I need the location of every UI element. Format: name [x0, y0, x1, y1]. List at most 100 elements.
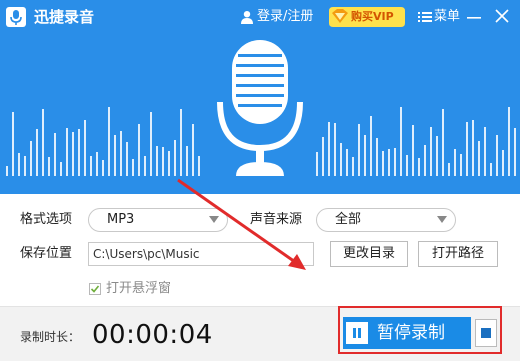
waveform-bar [66, 128, 68, 176]
waveform-bar [96, 152, 98, 176]
waveform-bar [84, 120, 86, 176]
waveform-bar [174, 140, 176, 176]
waveform-bar [48, 157, 50, 176]
waveform-bar [42, 109, 44, 176]
format-label: 格式选项 [20, 212, 73, 227]
waveform-bar [496, 135, 498, 176]
waveform-bar [412, 125, 414, 176]
waveform-bar [18, 153, 20, 176]
pause-icon [346, 322, 368, 344]
menu-label: 菜单 [434, 9, 461, 24]
waveform-bar [132, 159, 134, 176]
chevron-down-icon [437, 216, 447, 223]
waveform-bar [394, 148, 396, 176]
minimize-icon[interactable] [466, 9, 482, 25]
waveform-bar [114, 135, 116, 176]
waveform-bar [192, 124, 194, 176]
title-bar: 迅捷录音 登录/注册 购买VIP 菜单 [0, 0, 520, 34]
check-icon [90, 285, 100, 293]
source-select-value: 全部 [335, 212, 362, 227]
app-logo-icon [6, 7, 26, 27]
menu-icon [418, 12, 432, 22]
waveform-bar [400, 107, 402, 176]
source-select[interactable]: 全部 [316, 208, 456, 232]
user-icon [241, 11, 253, 24]
open-path-button[interactable]: 打开路径 [418, 241, 498, 267]
waveform-bar [198, 156, 200, 176]
waveform-bar [358, 124, 360, 176]
close-icon[interactable] [494, 8, 510, 24]
waveform-bar [370, 116, 372, 176]
waveform-bar [24, 156, 26, 176]
pause-recording-label: 暂停录制 [377, 323, 445, 343]
waveform-bar [442, 109, 444, 176]
login-register-label: 登录/注册 [257, 9, 314, 24]
waveform-bar [316, 152, 318, 176]
change-directory-button[interactable]: 更改目录 [330, 241, 408, 267]
waveform-bar [418, 158, 420, 176]
chevron-down-icon [209, 216, 219, 223]
login-register-link[interactable]: 登录/注册 [240, 8, 313, 26]
waveform-bar [36, 129, 38, 176]
app-title: 迅捷录音 [34, 8, 95, 26]
waveform-bar [478, 141, 480, 176]
waveform-bar [472, 120, 474, 176]
waveform-bar [78, 129, 80, 176]
header-banner: 迅捷录音 登录/注册 购买VIP 菜单 [0, 0, 520, 194]
waveform-bar [102, 160, 104, 176]
source-label: 声音来源 [250, 212, 303, 227]
duration-label: 录制时长： [20, 330, 81, 344]
waveform-bar [346, 149, 348, 176]
waveform-bar [186, 146, 188, 176]
waveform-bar [90, 156, 92, 176]
waveform-bar [328, 122, 330, 176]
waveform-bar [448, 163, 450, 176]
waveform-bar [460, 154, 462, 176]
waveform-bar [180, 109, 182, 176]
waveform-bar [376, 138, 378, 176]
waveform-bar [454, 149, 456, 176]
waveform-bar [150, 112, 152, 176]
waveform-bar [382, 151, 384, 176]
menu-button[interactable]: 菜单 [418, 8, 460, 26]
waveform-bar [30, 141, 32, 176]
waveform-bar [72, 132, 74, 176]
save-path-field[interactable] [88, 242, 314, 266]
waveform-bar [514, 128, 516, 176]
format-select[interactable]: MP3 [88, 208, 228, 232]
waveform-bar [352, 157, 354, 176]
waveform-bar [162, 147, 164, 176]
waveform-bar [484, 127, 486, 176]
waveform-bar [108, 107, 110, 176]
waveform-bar [60, 162, 62, 176]
waveform-bar [12, 112, 14, 176]
waveform-bar [156, 146, 158, 176]
stop-recording-button[interactable] [475, 319, 497, 347]
waveform-bar [508, 107, 510, 176]
buy-vip-label: 购买VIP [351, 10, 394, 23]
waveform-bar [502, 150, 504, 176]
waveform-bar [388, 149, 390, 176]
waveform-bar [406, 155, 408, 176]
waveform-bar [322, 137, 324, 176]
pause-recording-button[interactable]: 暂停录制 [343, 317, 471, 349]
float-window-label: 打开悬浮窗 [106, 281, 172, 296]
waveform-bar [424, 145, 426, 176]
buy-vip-button[interactable]: 购买VIP [329, 7, 405, 27]
waveform-bar [120, 131, 122, 176]
waveform-bar [54, 133, 56, 176]
waveform-bar [430, 127, 432, 176]
float-window-checkbox[interactable] [89, 283, 101, 295]
waveform-bar [466, 122, 468, 176]
waveform-bar [6, 166, 8, 176]
format-select-value: MP3 [107, 212, 135, 227]
waveform-bar [126, 142, 128, 176]
waveform-bar [490, 163, 492, 176]
waveform-bar [436, 136, 438, 176]
recording-timer: 00:00:04 [92, 320, 213, 350]
waveform-bar [138, 124, 140, 176]
waveform-bar [364, 135, 366, 176]
stop-icon [481, 328, 491, 338]
save-location-label: 保存位置 [20, 246, 73, 261]
microphone-icon [217, 40, 303, 176]
